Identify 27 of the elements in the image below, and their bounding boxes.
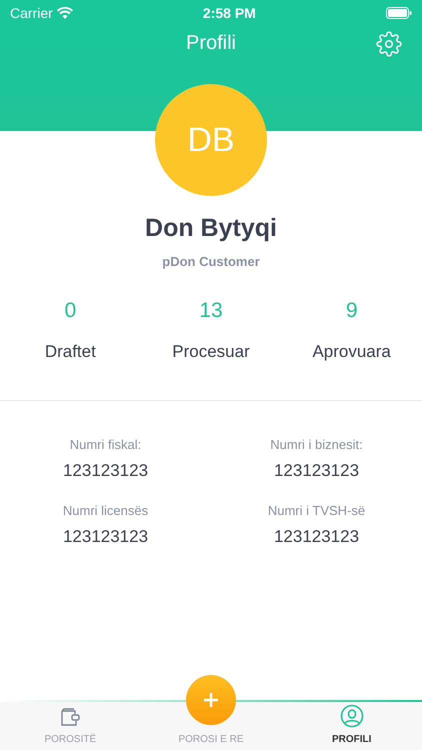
stat-label: Draftet xyxy=(44,340,96,362)
detail-label: Numri fiskal: xyxy=(70,436,142,454)
detail-label: Numri i TVSH-së xyxy=(268,502,366,520)
settings-icon[interactable] xyxy=(376,31,402,57)
user-name: Don Bytyqi xyxy=(144,213,278,244)
tab-item[interactable]: PROFILI xyxy=(281,702,422,750)
tab-item[interactable]: POROSITË xyxy=(0,702,141,750)
user-role: pDon Customer xyxy=(161,252,261,271)
detail-label: Numri i biznesit: xyxy=(270,436,363,454)
stat-count: 9 xyxy=(346,298,358,324)
detail-value: 123123123 xyxy=(62,460,148,482)
wifi-icon xyxy=(56,7,73,19)
detail-label: Numri licensës xyxy=(62,502,148,520)
stat-label: Procesuar xyxy=(172,340,250,362)
carrier-label: Carrier xyxy=(10,4,53,22)
clock-time: 2:58 PM xyxy=(202,4,256,22)
wallet-icon xyxy=(59,706,82,728)
stat-count: 0 xyxy=(64,298,76,324)
person-icon xyxy=(340,704,364,728)
tab-item[interactable]: POROSI E RE xyxy=(140,702,282,750)
detail-value: 123123123 xyxy=(274,460,360,482)
screen-title: Profili xyxy=(186,31,236,55)
stat-count: 13 xyxy=(199,298,223,324)
stat-label: Aprovuara xyxy=(312,340,391,362)
detail-value: 123123123 xyxy=(274,526,360,548)
battery-icon xyxy=(386,7,412,19)
detail-value: 123123123 xyxy=(62,526,148,548)
